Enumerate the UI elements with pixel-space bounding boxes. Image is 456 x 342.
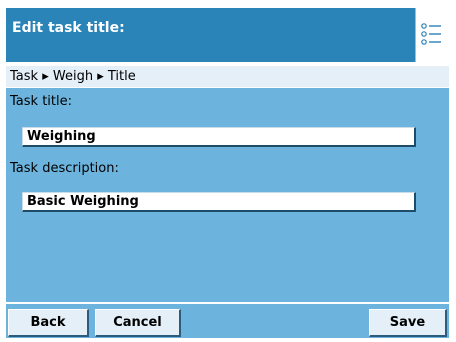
breadcrumb-separator: ▸ — [97, 69, 104, 84]
breadcrumb: Task ▸ Weigh ▸ Title — [6, 66, 449, 87]
footer-bar: Back Cancel Save — [6, 304, 449, 338]
menu-button[interactable] — [415, 8, 449, 62]
breadcrumb-item-weigh: Weigh — [52, 69, 94, 84]
breadcrumb-separator: ▸ — [42, 69, 49, 84]
list-icon — [421, 23, 441, 45]
task-title-field[interactable]: Weighing — [22, 127, 416, 147]
header-bar: Edit task title: — [6, 8, 449, 62]
back-button[interactable]: Back — [8, 309, 89, 337]
task-title-label: Task title: — [10, 94, 72, 109]
cancel-button[interactable]: Cancel — [95, 309, 181, 337]
save-button[interactable]: Save — [369, 309, 447, 337]
breadcrumb-item-task: Task — [10, 69, 39, 84]
screen: Edit task title: Task ▸ Weigh ▸ Title Ta… — [0, 0, 456, 342]
task-description-field[interactable]: Basic Weighing — [22, 192, 416, 212]
breadcrumb-item-title: Title — [107, 69, 136, 84]
task-description-label: Task description: — [10, 161, 119, 176]
page-title: Edit task title: — [12, 20, 125, 36]
form-panel: Task title: Weighing Task description: B… — [6, 88, 449, 302]
